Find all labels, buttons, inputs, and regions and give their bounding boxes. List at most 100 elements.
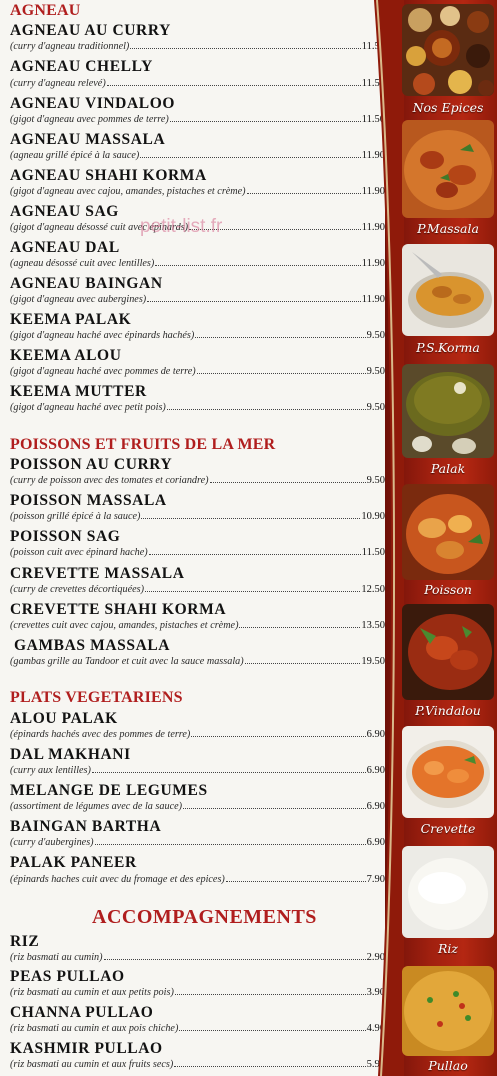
dish-detail-row: (curry d'agneau relevé) 11.50	[10, 78, 385, 89]
dish-name: AGNEAU VINDALOO	[10, 95, 176, 112]
dish-detail-row: (gigot d'agneau avec aubergines) 11.90	[10, 294, 385, 305]
dish-detail-row: (épinards haches cuit avec du fromage et…	[10, 874, 385, 885]
dish-name: MELANGE DE LEGUMES	[10, 782, 208, 799]
dish-detail-row: (gigot d'agneau haché avec pommes de ter…	[10, 366, 385, 377]
leader-dots	[191, 736, 366, 737]
menu-panel: AGNEAU AGNEAU AU CURRY (curry d'agneau t…	[0, 0, 392, 1076]
dish-detail-row: (curry d'agneau traditionnel) 11.50	[10, 41, 385, 52]
dish-description: (agneau grillé épicé à la sauce)	[10, 150, 140, 161]
dish-description: (riz basmati au cumin et aux petits pois…	[10, 987, 174, 998]
dish-description: (gigot d'agneau haché avec pommes de ter…	[10, 366, 196, 377]
dish-detail-row: (crevettes cuit avec cajou, amandes, pis…	[10, 620, 385, 631]
dish-name: AGNEAU MASSALA	[10, 131, 166, 148]
dish-name: KEEMA ALOU	[10, 347, 122, 364]
dish-detail-row: (assortiment de légumes avec de la sauce…	[10, 801, 385, 812]
leader-dots	[91, 772, 366, 773]
dish-name: AGNEAU SAG	[10, 203, 119, 220]
band-curve	[374, 0, 404, 1076]
dish-description: (gigot d'agneau avec aubergines)	[10, 294, 147, 305]
photo-caption: Riz	[438, 941, 458, 956]
dish-detail-row: (agneau grillé épicé à la sauce) 11.90	[10, 150, 385, 161]
palak-photo	[402, 364, 494, 458]
photo-caption: Pullao	[428, 1058, 468, 1073]
dish-description: (gambas grille au Tandoor et cuit avec l…	[10, 656, 244, 667]
leader-dots	[140, 157, 361, 158]
massala-photo	[402, 120, 494, 218]
korma-photo	[402, 244, 494, 336]
leader-dots	[94, 844, 366, 845]
dish-name: POISSON AU CURRY	[10, 456, 173, 473]
leader-dots	[103, 959, 366, 960]
dish-description: (riz basmati au cumin et aux pois chiche…	[10, 1023, 179, 1034]
dish-description: (épinards haches cuit avec du fromage et…	[10, 874, 225, 885]
dish-name: DAL MAKHANI	[10, 746, 131, 763]
vindalou-photo	[402, 604, 494, 700]
dish-description: (crevettes cuit avec cajou, amandes, pis…	[10, 620, 239, 631]
dish-detail-row: (curry aux lentilles) 6.90	[10, 765, 385, 776]
section-title-vegetariens: PLATS VEGETARIENS	[10, 689, 183, 706]
dish-detail-row: (gigot d'agneau avec cajou, amandes, pis…	[10, 186, 385, 197]
leader-dots	[130, 48, 361, 49]
dish-name: BAINGAN BARTHA	[10, 818, 162, 835]
dish-description: (riz basmati au cumin et aux fruits secs…	[10, 1059, 174, 1070]
dish-description: (poisson cuit avec épinard hache)	[10, 547, 148, 558]
leader-dots	[225, 881, 366, 882]
leader-dots	[106, 85, 361, 86]
leader-dots	[179, 1030, 366, 1031]
dish-name: KEEMA PALAK	[10, 311, 132, 328]
leader-dots	[141, 518, 361, 519]
dish-detail-row: (épinards hachés avec des pommes de terr…	[10, 729, 385, 740]
dish-detail-row: (gambas grille au Tandoor et cuit avec l…	[10, 656, 385, 667]
leader-dots	[174, 994, 366, 995]
leader-dots	[174, 1066, 366, 1067]
photo-caption: Poisson	[424, 582, 472, 597]
photo-caption: P.Massala	[417, 221, 479, 236]
dish-name: CHANNA PULLAO	[10, 1004, 154, 1021]
dish-name: AGNEAU SHAHI KORMA	[10, 167, 207, 184]
pullao-photo	[402, 966, 494, 1056]
photo-caption: Palak	[430, 461, 466, 476]
dish-detail-row: (curry d'aubergines) 6.90	[10, 837, 385, 848]
leader-dots	[195, 337, 366, 338]
dish-name: KASHMIR PULLAO	[10, 1040, 163, 1057]
dish-name: PEAS PULLAO	[10, 968, 125, 985]
photo-caption: P.Vindalou	[415, 703, 481, 718]
dish-description: (gigot d'agneau haché avec épinards hach…	[10, 330, 195, 341]
dish-name: AGNEAU CHELLY	[10, 58, 153, 75]
dish-detail-row: (poisson cuit avec épinard hache) 11.50	[10, 547, 385, 558]
dish-name: AGNEAU AU CURRY	[10, 22, 171, 39]
dish-description: (gigot d'agneau haché avec petit pois)	[10, 402, 166, 413]
dish-description: (curry aux lentilles)	[10, 765, 91, 776]
watermark: petit-list.fr	[140, 216, 223, 237]
dish-description: (poisson grillé épicé à la sauce)	[10, 511, 141, 522]
section-title-agneau: AGNEAU	[10, 2, 81, 19]
dish-detail-row: (riz basmati au cumin et aux petits pois…	[10, 987, 385, 998]
dish-name: PALAK PANEER	[10, 854, 137, 871]
leader-dots	[148, 554, 361, 555]
dish-name: ALOU PALAK	[10, 710, 118, 727]
poisson-photo	[402, 484, 494, 580]
dish-detail-row: (riz basmati au cumin et aux pois chiche…	[10, 1023, 385, 1034]
dish-name: GAMBAS MASSALA	[14, 637, 171, 654]
dish-name: AGNEAU DAL	[10, 239, 120, 256]
dish-description: (riz basmati au cumin)	[10, 952, 103, 963]
dish-name: CREVETTE MASSALA	[10, 565, 185, 582]
leader-dots	[209, 482, 366, 483]
dish-description: (épinards hachés avec des pommes de terr…	[10, 729, 191, 740]
dish-description: (curry de crevettes décortiquées)	[10, 584, 144, 595]
dish-description: (curry d'agneau traditionnel)	[10, 41, 130, 52]
photo-caption: P.S.Korma	[416, 340, 480, 355]
leader-dots	[196, 373, 366, 374]
dish-description: (agneau désossé cuit avec lentilles)	[10, 258, 155, 269]
leader-dots	[147, 301, 361, 302]
dish-detail-row: (gigot d'agneau avec pommes de terre) 11.…	[10, 114, 385, 125]
dish-name: CREVETTE SHAHI KORMA	[10, 601, 227, 618]
riz-photo	[402, 846, 494, 938]
leader-dots	[239, 627, 361, 628]
dish-name: RIZ	[10, 933, 40, 950]
leader-dots	[155, 265, 361, 266]
leader-dots	[246, 193, 361, 194]
dish-detail-row: (curry de poisson avec des tomates et co…	[10, 475, 385, 486]
dish-name: POISSON SAG	[10, 528, 121, 545]
photo-caption: Crevette	[420, 821, 476, 836]
